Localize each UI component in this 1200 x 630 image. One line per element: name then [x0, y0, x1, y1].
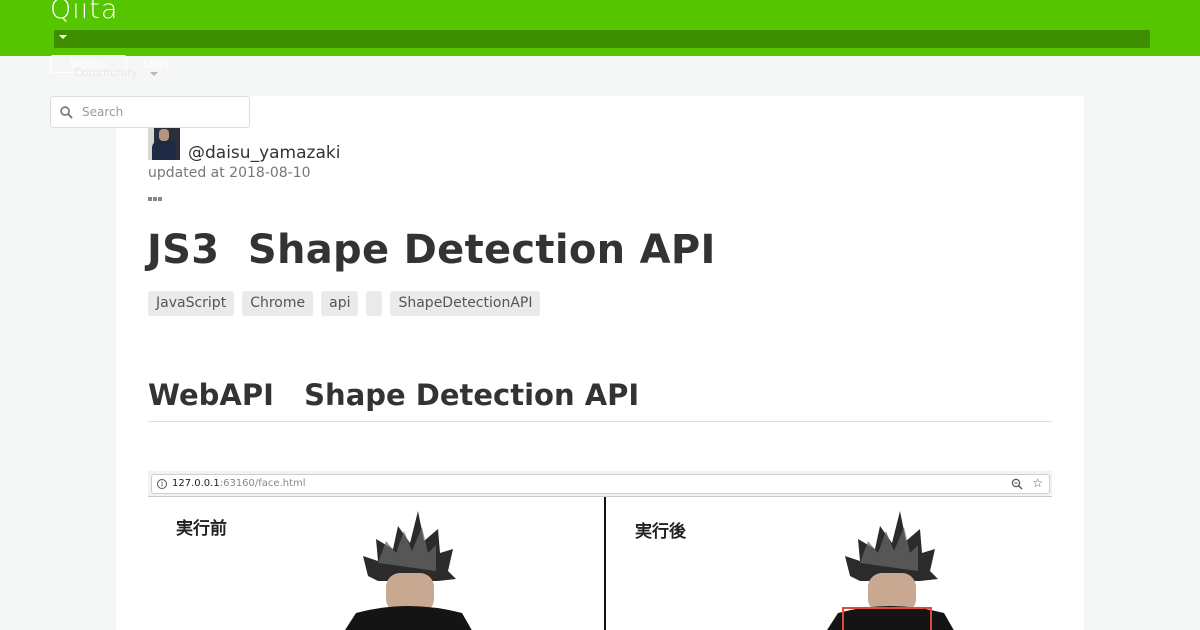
tag-shapedetectionapi[interactable]: ShapeDetectionAPI [390, 291, 541, 316]
search-input[interactable]: Search [50, 96, 250, 128]
more-options-icon[interactable] [148, 186, 164, 201]
browser-bar: i 127.0.0.1:63160/face.html ☆ [148, 471, 1052, 497]
browser-url-field: i 127.0.0.1:63160/face.html ☆ [151, 474, 1050, 494]
top-navbar: Qiita [0, 0, 1200, 56]
tag-list: JavaScript Chrome api ShapeDetectionAPI [148, 291, 541, 316]
heading-divider [148, 421, 1052, 422]
face-detection-box [842, 607, 932, 630]
info-icon: i [157, 479, 167, 489]
person-photo-before [345, 511, 472, 630]
tag-api[interactable]: api [321, 291, 359, 316]
section-heading: WebAPI Shape Detection API [148, 378, 640, 412]
tag-unlabeled[interactable] [366, 291, 383, 316]
qiita-logo[interactable]: Qiita [50, 0, 118, 25]
community-menu[interactable]: Community [74, 66, 138, 80]
search-placeholder: Search [82, 105, 124, 119]
star-icon: ☆ [1032, 476, 1043, 490]
author-username[interactable]: @daisu_yamazaki [188, 143, 340, 163]
article-image: i 127.0.0.1:63160/face.html ☆ 実行前 実行後 [148, 471, 1052, 630]
menu-bar [54, 30, 1150, 48]
image-divider [604, 497, 606, 630]
tag-javascript[interactable]: JavaScript [148, 291, 235, 316]
chevron-down-icon[interactable] [59, 35, 67, 39]
url-text: 127.0.0.1:63160/face.html [172, 478, 306, 489]
search-icon [60, 106, 73, 119]
zoom-icon [1011, 478, 1023, 490]
author-avatar[interactable] [148, 128, 180, 160]
login-link[interactable]: Login [143, 56, 173, 72]
community-chevron-down-icon[interactable] [150, 72, 158, 76]
tag-chrome[interactable]: Chrome [242, 291, 314, 316]
before-label: 実行前 [176, 519, 227, 539]
article-title: JS3 Shape Detection API [147, 227, 716, 273]
updated-date: updated at 2018-08-10 [148, 165, 311, 181]
after-label: 実行後 [635, 522, 686, 542]
